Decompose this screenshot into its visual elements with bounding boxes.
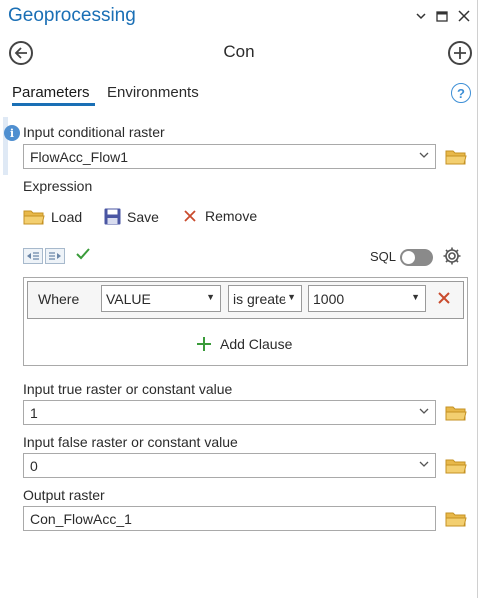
- input-false-label: Input false raster or constant value: [23, 434, 238, 450]
- input-conditional-raster-label: Input conditional raster: [23, 124, 165, 140]
- dropdown-arrow-icon: ▼: [411, 292, 420, 302]
- geoprocessing-pane: Geoprocessing Con Parameters Environment…: [0, 0, 478, 598]
- output-raster-value: Con_FlowAcc_1: [30, 510, 132, 527]
- folder-icon[interactable]: [445, 148, 467, 166]
- sql-toggle-label: SQL: [370, 249, 397, 264]
- input-conditional-raster-combo[interactable]: FlowAcc_Flow1: [23, 144, 436, 169]
- clause-mode-icon[interactable]: [23, 248, 43, 264]
- close-icon: [184, 210, 196, 222]
- field-value: VALUE: [106, 290, 151, 307]
- info-icon[interactable]: i: [4, 125, 20, 141]
- chevron-down-icon: [419, 461, 429, 467]
- chevron-down-icon: [419, 152, 429, 158]
- maximize-icon[interactable]: [433, 6, 451, 26]
- clause-value: 1000: [313, 290, 345, 307]
- value-combo[interactable]: 1000 ▼: [308, 285, 426, 312]
- folder-icon: [23, 210, 45, 225]
- input-conditional-raster-value: FlowAcc_Flow1: [30, 148, 129, 165]
- input-false-combo[interactable]: 0: [23, 453, 436, 478]
- output-raster-label: Output raster: [23, 487, 105, 503]
- save-button[interactable]: Save: [104, 208, 159, 225]
- chevron-down-icon[interactable]: [412, 6, 430, 26]
- operator-value: is greate: [233, 290, 287, 307]
- add-clause-button[interactable]: Add Clause: [196, 336, 292, 352]
- close-icon[interactable]: [455, 6, 473, 26]
- folder-icon[interactable]: [445, 404, 467, 422]
- expression-label: Expression: [23, 178, 93, 194]
- pane-title: Geoprocessing: [8, 5, 136, 26]
- field-select[interactable]: VALUE ▼: [101, 285, 221, 312]
- input-false-value: 0: [30, 457, 38, 474]
- load-button[interactable]: Load: [23, 208, 82, 226]
- remove-button[interactable]: Remove: [183, 208, 257, 224]
- floppy-disk-icon: [104, 208, 121, 225]
- output-raster-input[interactable]: Con_FlowAcc_1: [23, 506, 436, 531]
- dropdown-arrow-icon: ▼: [206, 292, 215, 302]
- input-true-value: 1: [30, 404, 38, 421]
- tab-parameters[interactable]: Parameters: [12, 84, 90, 101]
- remove-clause-icon[interactable]: [437, 289, 451, 310]
- checkmark-icon[interactable]: [76, 247, 90, 264]
- plus-circle-icon[interactable]: [448, 41, 472, 65]
- save-label: Save: [127, 208, 159, 225]
- tab-environments[interactable]: Environments: [107, 84, 199, 101]
- where-label: Where: [38, 291, 80, 307]
- input-true-combo[interactable]: 1: [23, 400, 436, 425]
- operator-select[interactable]: is greate ▼: [228, 285, 302, 312]
- folder-icon[interactable]: [445, 510, 467, 528]
- folder-icon[interactable]: [445, 457, 467, 475]
- sql-toggle[interactable]: [400, 249, 433, 266]
- chevron-down-icon: [419, 408, 429, 414]
- remove-label: Remove: [205, 208, 258, 224]
- add-clause-label: Add Clause: [220, 336, 293, 352]
- tool-title: Con: [223, 42, 255, 61]
- dropdown-arrow-icon: ▼: [285, 292, 296, 302]
- input-true-label: Input true raster or constant value: [23, 381, 233, 397]
- help-icon[interactable]: ?: [451, 83, 471, 103]
- gear-icon[interactable]: [442, 246, 462, 266]
- load-label: Load: [51, 209, 83, 225]
- plus-icon: [197, 337, 211, 351]
- tab-active-indicator: [12, 103, 95, 106]
- sql-mode-icon[interactable]: [45, 248, 65, 264]
- sql-toggle-knob: [402, 251, 415, 264]
